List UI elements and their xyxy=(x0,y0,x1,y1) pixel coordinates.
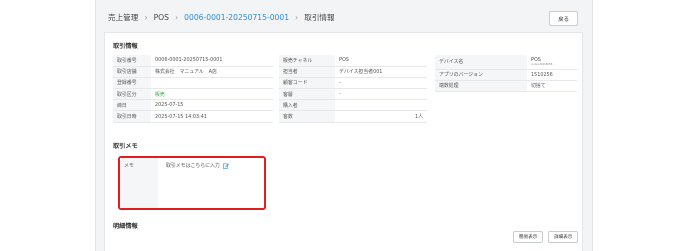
device-code: code-pt1618658 xyxy=(531,63,553,67)
row-value: 株式会社 マニュアル A店 xyxy=(151,66,273,78)
row-key: 購入者 xyxy=(279,99,335,112)
table-row: 客数 1人 xyxy=(279,110,427,123)
row-key: 客数 xyxy=(279,110,335,123)
edit-icon[interactable] xyxy=(222,163,229,169)
row-key: 端数処理 xyxy=(435,80,527,92)
device-table: デバイス名 POS code-pt1618658 アプリのバージョン 151025… xyxy=(435,55,577,92)
row-key: デバイス名 xyxy=(435,55,527,70)
row-value: 0006-0001-20250715-0001 xyxy=(151,55,273,67)
row-key: 顧客コード xyxy=(279,77,335,90)
transaction-memo-title: 取引メモ xyxy=(113,143,138,150)
table-row: 端数処理 切捨て xyxy=(435,80,577,92)
back-button[interactable]: 戻る xyxy=(549,11,578,26)
table-row: 担当者 デバイス担当者001 xyxy=(279,66,427,78)
sales-channel-table: 販売チャネル POS 担当者 デバイス担当者001 顧客コード - 客層 - 購入者 客… xyxy=(279,55,427,123)
table-row: 登録番号 xyxy=(113,77,273,90)
table-row: 購入者 xyxy=(279,99,427,112)
row-value: - xyxy=(335,77,427,90)
memo-label: メモ xyxy=(120,158,158,208)
table-row: 取引店舗 株式会社 マニュアル A店 xyxy=(113,66,273,78)
app-window: 売上管理 › POS › 0006-0001-20250715-0001 › 取… xyxy=(95,0,593,251)
row-key: 販売チャネル xyxy=(279,55,335,67)
chevron-right-icon: › xyxy=(144,12,148,22)
row-key: 登録番号 xyxy=(113,77,151,90)
breadcrumb-transaction-id[interactable]: 0006-0001-20250715-0001 xyxy=(184,13,289,22)
table-row: アプリのバージョン 1510256 xyxy=(435,69,577,81)
transaction-table: 取引番号 0006-0001-20250715-0001 取引店舗 株式会社 マニュ… xyxy=(113,55,273,123)
memo-box: メモ 取引メモはこちらに入力 xyxy=(118,156,266,210)
row-key: 担当者 xyxy=(279,66,335,78)
table-row: 取引日時 2025-07-15 14:03:41 xyxy=(113,110,273,123)
row-value: 1510256 xyxy=(527,69,577,81)
table-row: 客層 - xyxy=(279,88,427,101)
simple-view-button[interactable]: 簡易表示 xyxy=(513,231,544,243)
customer-count-value: 1人 xyxy=(335,110,427,123)
row-value: 2025-07-15 xyxy=(151,99,273,112)
detail-info-title: 明細情報 xyxy=(113,223,138,230)
table-row: 取引番号 0006-0001-20250715-0001 xyxy=(113,55,273,67)
row-value: 2025-07-15 14:03:41 xyxy=(151,110,273,123)
row-value: 切捨て xyxy=(527,80,577,92)
table-row: デバイス名 POS code-pt1618658 xyxy=(435,55,577,70)
table-row: 締日 2025-07-15 xyxy=(113,99,273,112)
row-value: デバイス担当者001 xyxy=(335,66,427,78)
detail-view-button[interactable]: 詳細表示 xyxy=(548,231,579,243)
table-row: 取引区分 販売 xyxy=(113,88,273,101)
row-value: POS xyxy=(335,55,427,67)
row-key: 取引日時 xyxy=(113,110,151,123)
breadcrumb: 売上管理 › POS › 0006-0001-20250715-0001 › 取… xyxy=(96,0,592,34)
device-name-cell: POS code-pt1618658 xyxy=(527,55,577,70)
breadcrumb-current-page: 取引情報 xyxy=(304,12,335,22)
row-key: 締日 xyxy=(113,99,151,112)
row-value xyxy=(335,99,427,112)
table-row: 販売チャネル POS xyxy=(279,55,427,67)
chevron-right-icon: › xyxy=(174,12,179,22)
row-key: 取引店舗 xyxy=(113,66,151,78)
transaction-info-title: 取引情報 xyxy=(113,43,138,50)
memo-input[interactable]: 取引メモはこちらに入力 xyxy=(166,162,229,169)
row-key: 取引番号 xyxy=(113,55,151,67)
table-row: 顧客コード - xyxy=(279,77,427,90)
transaction-type-value: 販売 xyxy=(151,88,273,101)
main-panel: 取引情報 取引番号 0006-0001-20250715-0001 取引店舗 株式会… xyxy=(104,32,583,251)
row-value xyxy=(151,77,273,90)
row-key: 取引区分 xyxy=(113,88,151,101)
breadcrumb-sales-management[interactable]: 売上管理 xyxy=(108,12,138,23)
row-key: 客層 xyxy=(279,88,335,101)
row-value: - xyxy=(335,88,427,101)
memo-placeholder: 取引メモはこちらに入力 xyxy=(166,163,220,169)
chevron-right-icon: › xyxy=(295,12,299,22)
breadcrumb-pos[interactable]: POS xyxy=(154,13,169,22)
row-key: アプリのバージョン xyxy=(435,69,527,81)
